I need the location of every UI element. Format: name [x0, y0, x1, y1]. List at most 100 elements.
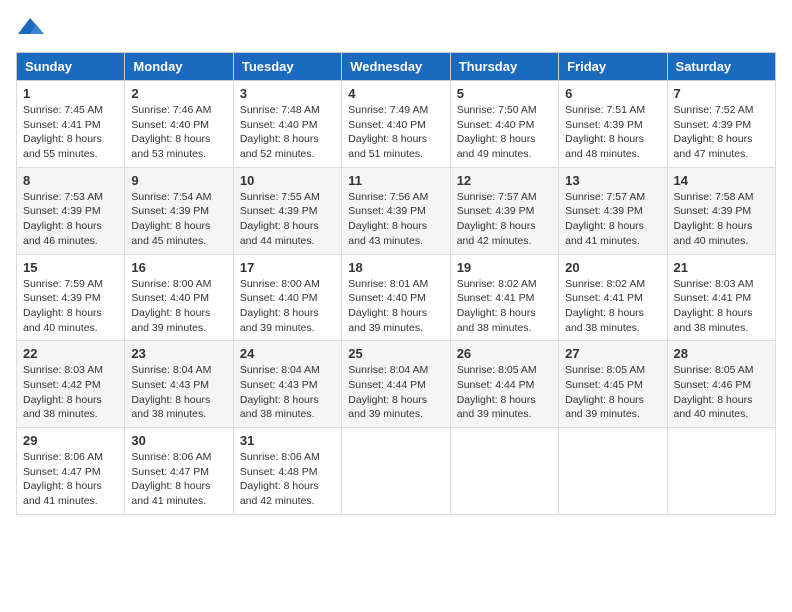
- day-info: Sunrise: 7:55 AMSunset: 4:39 PMDaylight:…: [240, 190, 335, 249]
- day-info: Sunrise: 8:04 AMSunset: 4:43 PMDaylight:…: [131, 363, 226, 422]
- calendar-header-row: SundayMondayTuesdayWednesdayThursdayFrid…: [17, 53, 776, 81]
- day-info: Sunrise: 8:04 AMSunset: 4:43 PMDaylight:…: [240, 363, 335, 422]
- day-number: 12: [457, 173, 552, 188]
- page-header: [16, 16, 776, 40]
- day-info: Sunrise: 8:00 AMSunset: 4:40 PMDaylight:…: [131, 277, 226, 336]
- calendar-table: SundayMondayTuesdayWednesdayThursdayFrid…: [16, 52, 776, 515]
- calendar-day-cell: 13 Sunrise: 7:57 AMSunset: 4:39 PMDayligh…: [559, 167, 667, 254]
- calendar-week-row: 1Sunrise: 7:45 AMSunset: 4:41 PMDaylight…: [17, 81, 776, 168]
- day-number: 18: [348, 260, 443, 275]
- calendar-week-row: 29 Sunrise: 8:06 AMSunset: 4:47 PMDayligh…: [17, 428, 776, 515]
- day-info: Sunrise: 7:51 AMSunset: 4:39 PMDaylight:…: [565, 103, 660, 162]
- day-number: 29: [23, 433, 118, 448]
- calendar-day-cell: 24 Sunrise: 8:04 AMSunset: 4:43 PMDayligh…: [233, 341, 341, 428]
- day-number: 3: [240, 86, 335, 101]
- day-of-week-header: Saturday: [667, 53, 775, 81]
- calendar-day-cell: [342, 428, 450, 515]
- calendar-day-cell: 7 Sunrise: 7:52 AMSunset: 4:39 PMDaylight…: [667, 81, 775, 168]
- logo-icon: [16, 16, 46, 40]
- day-info: Sunrise: 8:05 AMSunset: 4:45 PMDaylight:…: [565, 363, 660, 422]
- day-info: Sunrise: 7:48 AMSunset: 4:40 PMDaylight:…: [240, 103, 335, 162]
- calendar-week-row: 15 Sunrise: 7:59 AMSunset: 4:39 PMDayligh…: [17, 254, 776, 341]
- calendar-day-cell: 20Sunrise: 8:02 AMSunset: 4:41 PMDayligh…: [559, 254, 667, 341]
- day-info: Sunrise: 7:59 AMSunset: 4:39 PMDaylight:…: [23, 277, 118, 336]
- calendar-day-cell: 18 Sunrise: 8:01 AMSunset: 4:40 PMDayligh…: [342, 254, 450, 341]
- day-info: Sunrise: 8:03 AMSunset: 4:42 PMDaylight:…: [23, 363, 118, 422]
- calendar-day-cell: [450, 428, 558, 515]
- day-number: 21: [674, 260, 769, 275]
- calendar-day-cell: 14 Sunrise: 7:58 AMSunset: 4:39 PMDayligh…: [667, 167, 775, 254]
- calendar-day-cell: 28 Sunrise: 8:05 AMSunset: 4:46 PMDayligh…: [667, 341, 775, 428]
- calendar-day-cell: 10 Sunrise: 7:55 AMSunset: 4:39 PMDayligh…: [233, 167, 341, 254]
- day-number: 28: [674, 346, 769, 361]
- day-info: Sunrise: 7:57 AMSunset: 4:39 PMDaylight:…: [457, 190, 552, 249]
- day-of-week-header: Wednesday: [342, 53, 450, 81]
- day-info: Sunrise: 8:00 AMSunset: 4:40 PMDaylight:…: [240, 277, 335, 336]
- calendar-day-cell: 19 Sunrise: 8:02 AMSunset: 4:41 PMDayligh…: [450, 254, 558, 341]
- day-info: Sunrise: 8:05 AMSunset: 4:44 PMDaylight:…: [457, 363, 552, 422]
- day-of-week-header: Monday: [125, 53, 233, 81]
- calendar-day-cell: 9 Sunrise: 7:54 AMSunset: 4:39 PMDaylight…: [125, 167, 233, 254]
- calendar-day-cell: 16 Sunrise: 8:00 AMSunset: 4:40 PMDayligh…: [125, 254, 233, 341]
- day-info: Sunrise: 7:52 AMSunset: 4:39 PMDaylight:…: [674, 103, 769, 162]
- day-info: Sunrise: 7:50 AMSunset: 4:40 PMDaylight:…: [457, 103, 552, 162]
- day-info: Sunrise: 7:57 AMSunset: 4:39 PMDaylight:…: [565, 190, 660, 249]
- day-number: 16: [131, 260, 226, 275]
- day-number: 25: [348, 346, 443, 361]
- day-info: Sunrise: 8:05 AMSunset: 4:46 PMDaylight:…: [674, 363, 769, 422]
- calendar-day-cell: 6 Sunrise: 7:51 AMSunset: 4:39 PMDaylight…: [559, 81, 667, 168]
- day-info: Sunrise: 7:54 AMSunset: 4:39 PMDaylight:…: [131, 190, 226, 249]
- day-number: 1: [23, 86, 118, 101]
- day-number: 15: [23, 260, 118, 275]
- day-number: 31: [240, 433, 335, 448]
- day-number: 6: [565, 86, 660, 101]
- day-info: Sunrise: 8:03 AMSunset: 4:41 PMDaylight:…: [674, 277, 769, 336]
- day-of-week-header: Friday: [559, 53, 667, 81]
- calendar-day-cell: 26 Sunrise: 8:05 AMSunset: 4:44 PMDayligh…: [450, 341, 558, 428]
- day-number: 10: [240, 173, 335, 188]
- calendar-day-cell: [667, 428, 775, 515]
- calendar-day-cell: 1Sunrise: 7:45 AMSunset: 4:41 PMDaylight…: [17, 81, 125, 168]
- day-number: 7: [674, 86, 769, 101]
- day-number: 19: [457, 260, 552, 275]
- calendar-day-cell: 8 Sunrise: 7:53 AMSunset: 4:39 PMDaylight…: [17, 167, 125, 254]
- calendar-day-cell: 31Sunrise: 8:06 AMSunset: 4:48 PMDayligh…: [233, 428, 341, 515]
- calendar-day-cell: 21 Sunrise: 8:03 AMSunset: 4:41 PMDayligh…: [667, 254, 775, 341]
- calendar-day-cell: 23 Sunrise: 8:04 AMSunset: 4:43 PMDayligh…: [125, 341, 233, 428]
- day-number: 26: [457, 346, 552, 361]
- calendar-day-cell: 12 Sunrise: 7:57 AMSunset: 4:39 PMDayligh…: [450, 167, 558, 254]
- calendar-day-cell: 17 Sunrise: 8:00 AMSunset: 4:40 PMDayligh…: [233, 254, 341, 341]
- calendar-day-cell: 3 Sunrise: 7:48 AMSunset: 4:40 PMDaylight…: [233, 81, 341, 168]
- day-info: Sunrise: 8:04 AMSunset: 4:44 PMDaylight:…: [348, 363, 443, 422]
- day-number: 27: [565, 346, 660, 361]
- day-of-week-header: Tuesday: [233, 53, 341, 81]
- day-number: 2: [131, 86, 226, 101]
- day-info: Sunrise: 7:58 AMSunset: 4:39 PMDaylight:…: [674, 190, 769, 249]
- day-number: 30: [131, 433, 226, 448]
- calendar-day-cell: 22Sunrise: 8:03 AMSunset: 4:42 PMDayligh…: [17, 341, 125, 428]
- day-info: Sunrise: 7:46 AMSunset: 4:40 PMDaylight:…: [131, 103, 226, 162]
- day-number: 14: [674, 173, 769, 188]
- day-info: Sunrise: 8:06 AMSunset: 4:47 PMDaylight:…: [131, 450, 226, 509]
- calendar-week-row: 22Sunrise: 8:03 AMSunset: 4:42 PMDayligh…: [17, 341, 776, 428]
- day-info: Sunrise: 7:56 AMSunset: 4:39 PMDaylight:…: [348, 190, 443, 249]
- calendar-day-cell: 27 Sunrise: 8:05 AMSunset: 4:45 PMDayligh…: [559, 341, 667, 428]
- day-info: Sunrise: 8:01 AMSunset: 4:40 PMDaylight:…: [348, 277, 443, 336]
- day-info: Sunrise: 7:49 AMSunset: 4:40 PMDaylight:…: [348, 103, 443, 162]
- day-number: 4: [348, 86, 443, 101]
- day-info: Sunrise: 8:06 AMSunset: 4:47 PMDaylight:…: [23, 450, 118, 509]
- day-info: Sunrise: 7:53 AMSunset: 4:39 PMDaylight:…: [23, 190, 118, 249]
- day-of-week-header: Thursday: [450, 53, 558, 81]
- day-number: 23: [131, 346, 226, 361]
- day-number: 5: [457, 86, 552, 101]
- day-number: 11: [348, 173, 443, 188]
- day-number: 24: [240, 346, 335, 361]
- day-number: 13: [565, 173, 660, 188]
- day-number: 17: [240, 260, 335, 275]
- day-number: 9: [131, 173, 226, 188]
- calendar-day-cell: [559, 428, 667, 515]
- day-info: Sunrise: 8:02 AMSunset: 4:41 PMDaylight:…: [457, 277, 552, 336]
- day-number: 8: [23, 173, 118, 188]
- calendar-day-cell: 29 Sunrise: 8:06 AMSunset: 4:47 PMDayligh…: [17, 428, 125, 515]
- calendar-day-cell: 4 Sunrise: 7:49 AMSunset: 4:40 PMDaylight…: [342, 81, 450, 168]
